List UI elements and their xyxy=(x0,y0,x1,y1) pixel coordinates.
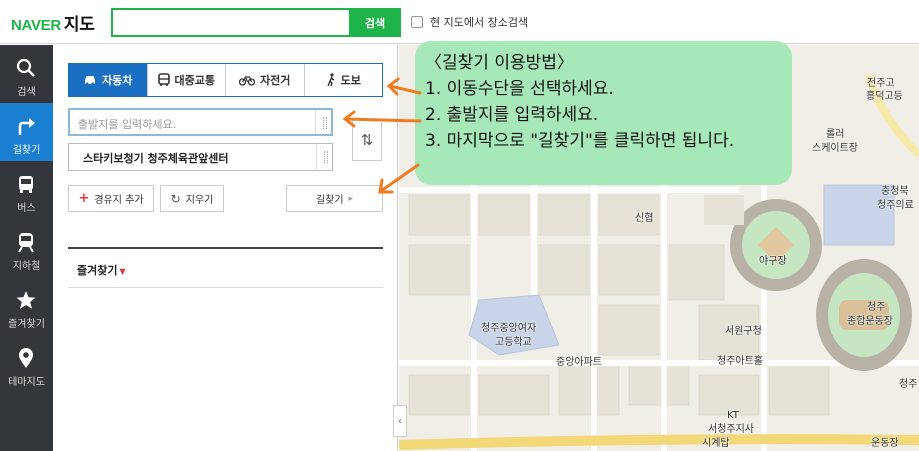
nav-label: 즐겨찾기 xyxy=(8,319,45,330)
nav-item-theme-map[interactable]: 테마지도 xyxy=(0,335,53,393)
nav-item-subway[interactable]: 지하철 xyxy=(0,219,53,277)
map-label: 청주의료 xyxy=(877,200,914,211)
refresh-icon: ↻ xyxy=(170,191,181,206)
map-label: 청주 xyxy=(899,379,918,390)
callout-step-3: 3. 마지막으로 "길찾기"를 클릭하면 됩니다. xyxy=(425,131,735,151)
add-waypoint-label: 경유지 추가 xyxy=(94,195,144,206)
map-label: 중앙아파트 xyxy=(556,357,602,368)
divider xyxy=(68,287,383,288)
swap-button[interactable]: ⇅ xyxy=(352,119,382,161)
pin-icon xyxy=(19,348,33,368)
find-route-button[interactable]: 길찾기 ▸ xyxy=(286,185,383,212)
bus-icon xyxy=(157,73,170,86)
star-icon xyxy=(16,291,36,309)
tab-label: 자동차 xyxy=(102,74,133,87)
origin-placeholder: 출발지를 입력하세요. xyxy=(78,118,177,131)
nav-item-bus[interactable]: 버스 xyxy=(0,161,53,219)
walk-icon xyxy=(326,73,335,87)
nav-label: 지하철 xyxy=(12,261,41,272)
nav-item-search[interactable]: 검색 xyxy=(0,45,53,103)
clear-label: 지우기 xyxy=(185,195,214,206)
find-route-label: 길찾기 xyxy=(315,195,344,206)
map-label: 야구장 xyxy=(759,256,787,267)
area-search-label: 현 지도에서 장소검색 xyxy=(430,16,529,29)
route-guide-callout: 〈길찾기 이용방법〉 1. 이동수단을 선택하세요. 2. 출발지를 입력하세요… xyxy=(415,41,792,185)
tab-walk[interactable]: 도보 xyxy=(303,64,382,96)
destination-value: 스타키보청기 청주체육관앞센터 xyxy=(83,152,229,165)
callout-title: 〈길찾기 이용방법〉 xyxy=(425,53,574,73)
clear-button[interactable]: ↻ 지우기 xyxy=(160,185,224,212)
plus-icon: + xyxy=(78,191,90,206)
search-icon xyxy=(16,58,35,77)
tab-car[interactable]: 자동차 xyxy=(69,64,147,96)
callout-step-1: 1. 이동수단을 선택하세요. xyxy=(425,79,614,99)
search-input[interactable] xyxy=(111,8,349,37)
map-label: 전주고 xyxy=(867,78,895,89)
map-label: KT xyxy=(727,410,739,421)
bus-icon xyxy=(19,176,33,193)
callout-step-2: 2. 출발지를 입력하세요. xyxy=(425,105,599,125)
map-label: 흥덕고등 xyxy=(866,91,903,102)
map-label: 청주 xyxy=(867,302,886,313)
tab-label: 자전거 xyxy=(260,74,291,87)
map-label: 서원구청 xyxy=(725,326,762,337)
tab-public-transit[interactable]: 대중교통 xyxy=(146,64,225,96)
area-search-checkbox[interactable] xyxy=(411,16,423,28)
transport-tabs: 자동차 대중교통 자전거 도보 xyxy=(68,63,383,97)
left-nav: 검색 길찾기 버스 지하철 즐겨찾기 테마지도 xyxy=(0,45,53,451)
search-button[interactable]: 검색 xyxy=(349,8,401,37)
favorites-dropdown[interactable]: 즐겨찾기 ▼ xyxy=(77,262,126,278)
bicycle-icon xyxy=(239,76,256,86)
nav-label: 검색 xyxy=(17,87,36,98)
map-label: 신협 xyxy=(635,213,654,224)
map-label: 서청주지사 xyxy=(708,424,754,435)
map-label: 스케이트장 xyxy=(812,143,858,154)
tab-label: 대중교통 xyxy=(174,74,215,87)
drag-handle-icon[interactable] xyxy=(316,144,332,170)
nav-item-route[interactable]: 길찾기 xyxy=(0,103,53,161)
map-label: 롤러 xyxy=(826,129,845,140)
logo-service: 지도 xyxy=(63,15,95,35)
caret-down-icon: ▼ xyxy=(119,267,126,276)
car-icon xyxy=(85,76,96,86)
destination-input[interactable]: 스타키보청기 청주체육관앞센터 xyxy=(68,143,333,171)
add-waypoint-button[interactable]: + 경유지 추가 xyxy=(68,185,154,212)
collapse-panel-button[interactable]: ‹ xyxy=(393,405,407,437)
top-header: NAVER 지도 검색 현 지도에서 장소검색 xyxy=(0,0,919,44)
nav-label: 버스 xyxy=(17,203,36,214)
chevron-left-icon: ‹ xyxy=(398,415,402,427)
map-label: 충청북 xyxy=(881,186,909,197)
map-label: 운동장 xyxy=(871,438,899,449)
chevron-right-icon: ▸ xyxy=(348,193,354,204)
subway-icon xyxy=(18,233,34,253)
nav-label: 길찾기 xyxy=(12,145,41,156)
map-label: 청주중앙여자 xyxy=(481,323,537,334)
route-panel: 자동차 대중교통 자전거 도보 출발지를 입력하세요. 스타키보청기 청주체육관… xyxy=(53,45,398,451)
tab-label: 도보 xyxy=(340,74,361,87)
divider xyxy=(68,247,383,249)
favorites-label: 즐겨찾기 xyxy=(77,264,118,277)
swap-icon: ⇅ xyxy=(360,131,374,149)
map-label: 청주아트홀 xyxy=(717,356,763,367)
tab-bicycle[interactable]: 자전거 xyxy=(225,64,304,96)
nav-label: 테마지도 xyxy=(8,377,45,388)
map-label: 고등학교 xyxy=(495,337,532,348)
logo-brand: NAVER xyxy=(11,17,61,34)
origin-input[interactable]: 출발지를 입력하세요. xyxy=(68,108,333,136)
naver-map-logo[interactable]: NAVER 지도 xyxy=(11,10,95,35)
map-label: 시계탑 xyxy=(702,438,730,449)
nav-item-favorites[interactable]: 즐겨찾기 xyxy=(0,277,53,335)
map-label: 종합운동장 xyxy=(847,316,893,327)
drag-handle-icon[interactable] xyxy=(315,110,331,134)
route-icon xyxy=(18,118,35,135)
